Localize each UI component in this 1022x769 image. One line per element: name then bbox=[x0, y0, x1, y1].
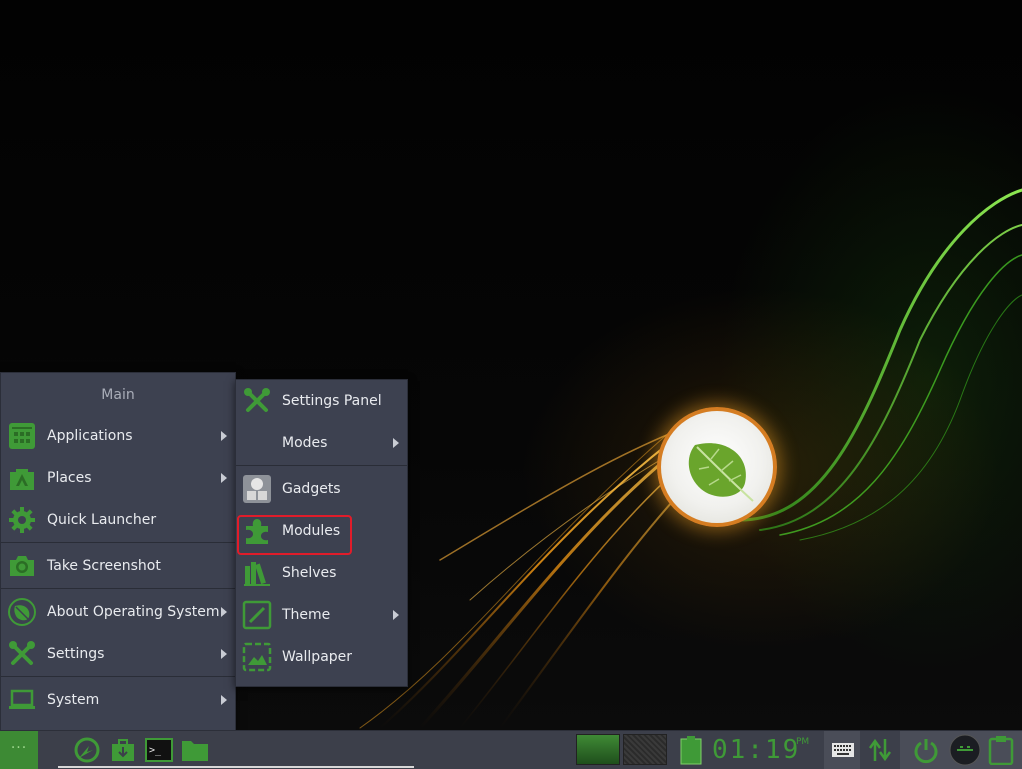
desktop-pager-1[interactable] bbox=[576, 734, 620, 765]
blank-icon bbox=[242, 428, 272, 458]
menu-item-about-operating-system[interactable]: About Operating System bbox=[1, 591, 235, 633]
camera-icon bbox=[7, 551, 37, 581]
menu-item-label: Quick Launcher bbox=[47, 512, 157, 528]
books-icon bbox=[242, 558, 272, 588]
clock-time[interactable]: 01:19 bbox=[712, 734, 800, 766]
submenu-item-label: Modes bbox=[282, 435, 328, 451]
submenu-item-label: Gadgets bbox=[282, 481, 341, 497]
menu-item-label: About Operating System bbox=[47, 604, 220, 620]
user-avatar-icon[interactable] bbox=[948, 734, 982, 766]
submenu-arrow-icon bbox=[221, 607, 227, 617]
terminal-icon[interactable]: >_ bbox=[144, 735, 174, 765]
os-logo-leaf-icon bbox=[657, 407, 777, 527]
brush-icon bbox=[242, 600, 272, 630]
submenu-arrow-icon bbox=[393, 610, 399, 620]
menu-item-settings[interactable]: Settings bbox=[1, 633, 235, 675]
menu-item-take-screenshot[interactable]: Take Screenshot bbox=[1, 545, 235, 587]
menu-item-quick-launcher[interactable]: Quick Launcher bbox=[1, 499, 235, 541]
submenu-item-label: Settings Panel bbox=[282, 393, 382, 409]
keyboard-icon[interactable] bbox=[828, 735, 858, 765]
submenu-item-label: Shelves bbox=[282, 565, 337, 581]
submenu-arrow-icon bbox=[221, 431, 227, 441]
submenu-item-gadgets[interactable]: Gadgets bbox=[236, 468, 407, 510]
package-icon[interactable] bbox=[108, 735, 138, 765]
power-icon[interactable] bbox=[911, 735, 941, 765]
submenu-arrow-icon bbox=[221, 695, 227, 705]
app-launcher-icon[interactable] bbox=[72, 735, 102, 765]
folder-icon[interactable] bbox=[180, 735, 210, 765]
submenu-item-theme[interactable]: Theme bbox=[236, 594, 407, 636]
picture-icon bbox=[242, 642, 272, 672]
submenu-item-label: Theme bbox=[282, 607, 331, 623]
gadgets-icon bbox=[242, 474, 272, 504]
modules-highlight-box bbox=[237, 515, 352, 555]
svg-text:>_: >_ bbox=[149, 745, 162, 756]
laptop-icon bbox=[7, 685, 37, 715]
gear-icon bbox=[7, 505, 37, 535]
menu-item-system[interactable]: System bbox=[1, 679, 235, 721]
submenu-item-wallpaper[interactable]: Wallpaper bbox=[236, 636, 407, 678]
settings-submenu: Settings Panel Modes Gadgets Modules She… bbox=[235, 379, 408, 687]
desktop-pager-2[interactable] bbox=[623, 734, 667, 765]
start-menu-button[interactable]: ··· bbox=[0, 731, 38, 769]
submenu-item-settings-panel[interactable]: Settings Panel bbox=[236, 380, 407, 422]
main-menu-title: Main bbox=[101, 387, 135, 403]
submenu-arrow-icon bbox=[221, 649, 227, 659]
applications-grid-icon bbox=[7, 421, 37, 451]
menu-item-label: Take Screenshot bbox=[47, 558, 161, 574]
network-updown-icon[interactable] bbox=[865, 735, 895, 765]
menu-item-label: Settings bbox=[47, 646, 105, 662]
menu-item-applications[interactable]: Applications bbox=[1, 415, 235, 457]
tools-icon bbox=[242, 386, 272, 416]
clock-ampm: PM bbox=[796, 737, 810, 747]
submenu-item-label: Wallpaper bbox=[282, 649, 353, 665]
tools-icon bbox=[7, 639, 37, 669]
leaf-icon bbox=[7, 597, 37, 627]
menu-item-label: Places bbox=[47, 470, 92, 486]
submenu-item-shelves[interactable]: Shelves bbox=[236, 552, 407, 594]
main-menu: Main Applications Places Quick Launcher … bbox=[0, 372, 236, 731]
clipboard-icon[interactable] bbox=[986, 735, 1016, 765]
submenu-arrow-icon bbox=[221, 473, 227, 483]
menu-item-label: System bbox=[47, 692, 100, 708]
menu-item-label: Applications bbox=[47, 428, 133, 444]
menu-item-places[interactable]: Places bbox=[1, 457, 235, 499]
submenu-arrow-icon bbox=[393, 438, 399, 448]
battery-icon[interactable] bbox=[677, 735, 705, 765]
places-icon bbox=[7, 463, 37, 493]
taskbar: ··· >_ 01:19 PM bbox=[0, 730, 1022, 769]
submenu-item-modes[interactable]: Modes bbox=[236, 422, 407, 464]
